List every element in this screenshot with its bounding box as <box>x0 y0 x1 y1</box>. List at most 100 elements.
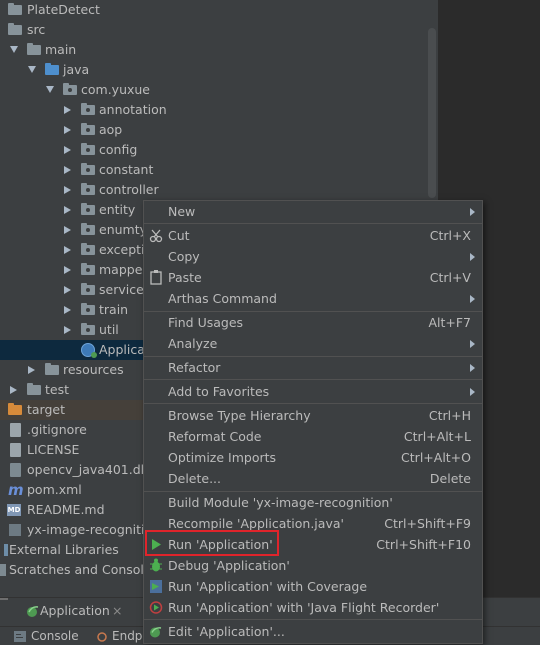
menu-separator <box>144 619 482 620</box>
menu-item-run-with-jfr[interactable]: Run 'Application' with 'Java Flight Reco… <box>144 597 482 618</box>
collapsed-arrow-icon[interactable] <box>64 126 71 134</box>
collapsed-arrow-icon[interactable] <box>64 226 71 234</box>
menu-label: Cut <box>168 228 190 243</box>
menu-item-copy[interactable]: Copy <box>144 246 482 267</box>
tree-item-config[interactable]: config <box>0 140 438 160</box>
tree-item-controller[interactable]: controller <box>0 180 438 200</box>
menu-item-reformat-code[interactable]: Reformat Code Ctrl+Alt+L <box>144 426 482 447</box>
tree-item-java[interactable]: java <box>0 60 438 80</box>
menu-item-edit-application[interactable]: Edit 'Application'... <box>144 621 482 642</box>
binary-file-icon <box>10 463 21 477</box>
menu-item-cut[interactable]: Cut Ctrl+X <box>144 225 482 246</box>
collapsed-arrow-icon[interactable] <box>10 386 17 394</box>
collapsed-arrow-icon[interactable] <box>64 306 71 314</box>
submenu-arrow-icon <box>470 208 475 216</box>
run-icon <box>152 539 161 550</box>
menu-item-build-module[interactable]: Build Module 'yx-image-recognition' <box>144 492 482 513</box>
collapsed-arrow-icon[interactable] <box>64 266 71 274</box>
tree-item-label: resources <box>63 362 124 377</box>
run-tab-label: Application <box>40 603 110 618</box>
menu-label: Run 'Application' <box>168 537 273 552</box>
package-icon <box>81 263 95 275</box>
menu-item-run-with-coverage[interactable]: Run 'Application' with Coverage <box>144 576 482 597</box>
menu-item-add-to-favorites[interactable]: Add to Favorites <box>144 381 482 402</box>
submenu-arrow-icon <box>470 253 475 261</box>
expand-arrow-icon[interactable] <box>28 66 36 73</box>
tree-item-label: opencv_java401.dll <box>27 462 148 477</box>
collapsed-arrow-icon[interactable] <box>64 186 71 194</box>
package-icon <box>81 183 95 195</box>
menu-separator <box>144 379 482 380</box>
tree-item-label: train <box>99 302 129 317</box>
menu-item-delete[interactable]: Delete... Delete <box>144 468 482 489</box>
menu-shortcut: Delete <box>429 471 471 486</box>
collapsed-arrow-icon[interactable] <box>64 246 71 254</box>
menu-label: Reformat Code <box>168 429 262 444</box>
menu-shortcut: Ctrl+Shift+F9 <box>384 516 471 531</box>
menu-label: Delete... <box>168 471 221 486</box>
menu-label: Analyze <box>168 336 218 351</box>
menu-label: Browse Type Hierarchy <box>168 408 311 423</box>
text-file-icon <box>10 423 21 437</box>
tree-item-com-yuxue[interactable]: com.yuxue <box>0 80 438 100</box>
collapsed-arrow-icon[interactable] <box>64 146 71 154</box>
collapsed-arrow-icon[interactable] <box>64 286 71 294</box>
tree-scrollbar[interactable] <box>428 28 436 198</box>
submenu-arrow-icon <box>470 388 475 396</box>
tree-item-label: src <box>27 22 46 37</box>
clipboard-icon <box>150 270 162 285</box>
collapsed-arrow-icon[interactable] <box>28 366 35 374</box>
tree-item-src[interactable]: src <box>0 20 438 40</box>
menu-label: Debug 'Application' <box>168 558 290 573</box>
menu-label: Paste <box>168 270 202 285</box>
menu-item-debug-application[interactable]: Debug 'Application' <box>144 555 482 576</box>
folder-icon <box>8 3 22 15</box>
tree-item-label: com.yuxue <box>81 82 151 97</box>
collapsed-arrow-icon[interactable] <box>64 106 71 114</box>
menu-item-analyze[interactable]: Analyze <box>144 333 482 354</box>
menu-item-refactor[interactable]: Refactor <box>144 357 482 378</box>
expand-arrow-icon[interactable] <box>46 86 54 93</box>
folder-icon <box>27 43 41 55</box>
tree-item-label: External Libraries <box>9 542 119 557</box>
collapsed-arrow-icon[interactable] <box>64 326 71 334</box>
console-tab-label: Console <box>31 629 79 643</box>
menu-shortcut: Ctrl+Alt+O <box>401 450 471 465</box>
scratches-icon <box>0 564 6 576</box>
tree-item-annotation[interactable]: annotation <box>0 100 438 120</box>
menu-item-browse-type-hierarchy[interactable]: Browse Type Hierarchy Ctrl+H <box>144 405 482 426</box>
tree-item-label: main <box>45 42 77 57</box>
menu-item-find-usages[interactable]: Find Usages Alt+F7 <box>144 312 482 333</box>
package-icon <box>81 283 95 295</box>
menu-item-optimize-imports[interactable]: Optimize Imports Ctrl+Alt+O <box>144 447 482 468</box>
menu-label: Refactor <box>168 360 221 375</box>
menu-item-paste[interactable]: Paste Ctrl+V <box>144 267 482 288</box>
tree-item-constant[interactable]: constant <box>0 160 438 180</box>
package-icon <box>81 303 95 315</box>
expand-arrow-icon[interactable] <box>10 46 18 53</box>
menu-item-recompile[interactable]: Recompile 'Application.java' Ctrl+Shift+… <box>144 513 482 534</box>
package-icon <box>81 123 95 135</box>
spring-config-icon <box>150 627 162 638</box>
tree-item-platedetect[interactable]: PlateDetect <box>0 0 438 20</box>
menu-item-arthas-command[interactable]: Arthas Command <box>144 288 482 309</box>
tree-item-label: mapper <box>99 262 148 277</box>
spring-boot-class-icon <box>81 343 97 358</box>
menu-label: Run 'Application' with 'Java Flight Reco… <box>168 600 440 615</box>
tree-item-aop[interactable]: aop <box>0 120 438 140</box>
package-icon <box>81 223 95 235</box>
tree-item-label: annotation <box>99 102 167 117</box>
debug-bug-icon <box>150 558 162 572</box>
collapsed-arrow-icon[interactable] <box>64 206 71 214</box>
resources-folder-icon <box>45 363 59 375</box>
collapsed-arrow-icon[interactable] <box>64 166 71 174</box>
tree-item-label: pom.xml <box>27 482 82 497</box>
tree-item-main[interactable]: main <box>0 40 438 60</box>
menu-item-run-application[interactable]: Run 'Application' Ctrl+Shift+F10 <box>144 534 482 555</box>
excluded-folder-icon <box>8 403 22 415</box>
tree-item-label: controller <box>99 182 159 197</box>
menu-label: New <box>168 204 196 219</box>
close-tab-icon[interactable]: × <box>112 598 122 624</box>
menu-label: Optimize Imports <box>168 450 277 465</box>
menu-item-new[interactable]: New <box>144 201 482 222</box>
